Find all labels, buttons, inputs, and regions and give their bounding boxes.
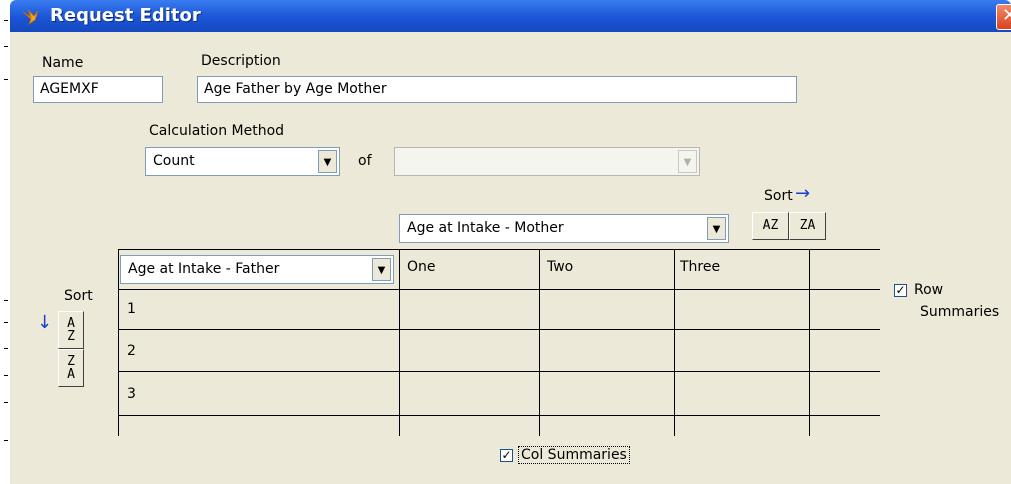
request-editor-dialog: Name AGEMXF Description Age Father by Ag… — [10, 32, 1011, 484]
grid-line — [118, 415, 880, 416]
grid-line — [809, 249, 810, 436]
calculation-method-select[interactable]: Count ▼ — [145, 147, 340, 176]
edge-tick — [4, 79, 8, 80]
edge-tick — [4, 440, 8, 441]
chevron-down-icon[interactable]: ▼ — [318, 150, 337, 173]
column-sort-az-button[interactable]: AZ — [752, 212, 789, 240]
sort-letter: A — [67, 367, 75, 382]
row-sort-za-button[interactable]: Z A — [58, 349, 84, 387]
grid-line — [399, 249, 400, 436]
of-field-select[interactable]: ▼ — [394, 147, 700, 176]
row-summaries-label-line1: Row — [914, 282, 944, 298]
grid-line — [118, 249, 119, 436]
name-label: Name — [42, 55, 84, 71]
grid-line — [118, 371, 880, 372]
grid-line — [674, 249, 675, 436]
column-header: Two — [547, 259, 574, 275]
row-variable-value: Age at Intake - Father — [128, 261, 280, 277]
name-input[interactable]: AGEMXF — [33, 76, 163, 103]
grid-line — [118, 249, 880, 250]
description-label: Description — [201, 53, 281, 69]
title-bar[interactable]: Request Editor ✕ — [10, 0, 1011, 32]
description-input[interactable]: Age Father by Age Mother — [197, 76, 797, 103]
edge-tick — [4, 46, 8, 47]
column-header: Three — [680, 259, 721, 275]
row-sort-label: Sort — [64, 288, 93, 304]
row-sort-az-button[interactable]: A Z — [58, 311, 84, 349]
col-summaries-checkbox[interactable]: ✓ — [500, 449, 513, 462]
col-summaries-label: Col Summaries — [518, 446, 630, 464]
column-sort-label: Sort — [764, 188, 793, 204]
sort-letter: Z — [67, 329, 75, 344]
row-summaries-checkbox[interactable]: ✓ — [894, 284, 907, 297]
app-bird-icon — [22, 9, 39, 26]
grid-line — [539, 249, 540, 436]
row-header: 1 — [127, 301, 136, 317]
edge-tick — [4, 20, 8, 21]
background-window-edge — [0, 0, 10, 484]
chevron-down-icon[interactable]: ▼ — [707, 217, 726, 240]
row-header: 3 — [127, 386, 136, 402]
close-icon: ✕ — [1001, 5, 1011, 26]
row-summaries-label-line2: Summaries — [920, 304, 1000, 320]
arrow-right-icon: → — [795, 183, 811, 204]
calculation-method-value: Count — [153, 153, 195, 169]
column-header: One — [407, 259, 436, 275]
row-header: 2 — [127, 343, 136, 359]
edge-tick — [4, 322, 8, 323]
column-variable-select[interactable]: Age at Intake - Mother ▼ — [399, 214, 729, 243]
grid-line — [118, 289, 880, 290]
chevron-down-icon[interactable]: ▼ — [372, 258, 391, 281]
column-sort-za-button[interactable]: ZA — [789, 212, 826, 240]
chevron-down-icon[interactable]: ▼ — [678, 150, 697, 173]
edge-tick — [4, 375, 8, 376]
edge-tick — [4, 348, 8, 349]
column-variable-value: Age at Intake - Mother — [407, 220, 564, 236]
edge-tick — [4, 300, 8, 301]
window-title: Request Editor — [50, 5, 201, 26]
of-label: of — [358, 153, 372, 169]
grid-line — [118, 329, 880, 330]
calculation-method-label: Calculation Method — [149, 123, 285, 139]
close-button[interactable]: ✕ — [996, 4, 1011, 30]
edge-tick — [4, 402, 8, 403]
row-variable-select[interactable]: Age at Intake - Father ▼ — [120, 255, 394, 284]
arrow-down-icon: ↓ — [37, 312, 53, 333]
